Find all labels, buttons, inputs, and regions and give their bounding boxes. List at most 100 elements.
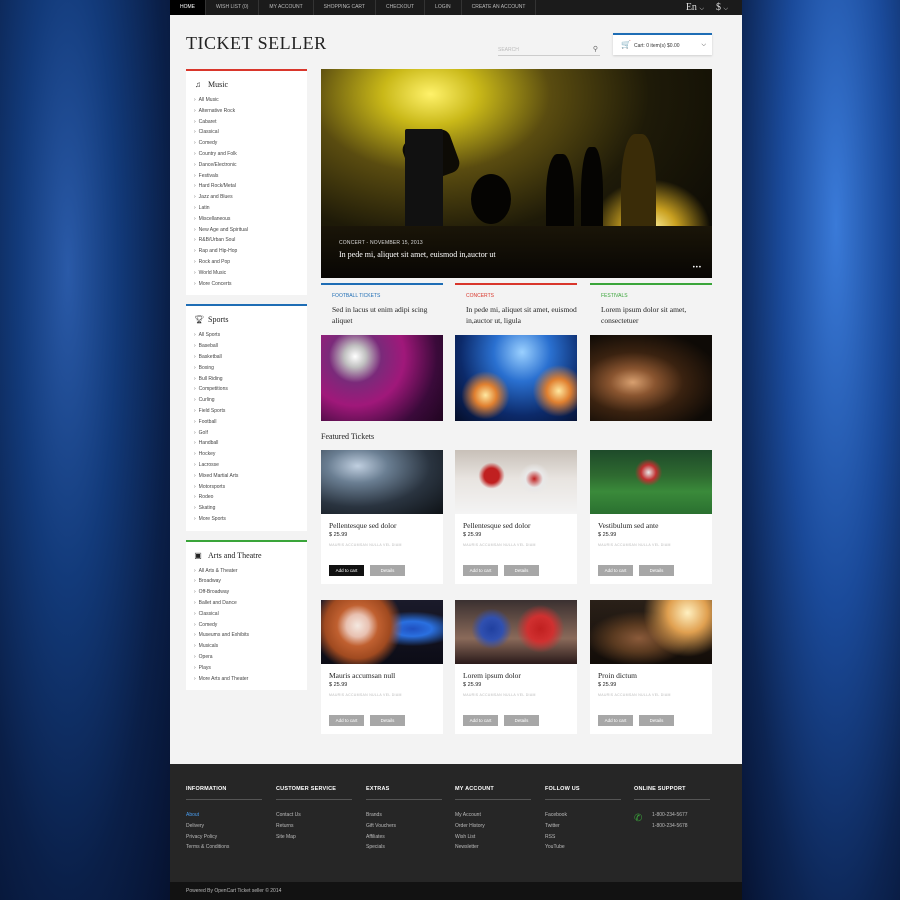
category-link[interactable]: Basketball xyxy=(194,352,307,363)
cart-button[interactable]: 🛒 Cart: 0 item(s) $0.00 ⌵ xyxy=(613,33,712,55)
nav-wishlist[interactable]: Wish List (0) xyxy=(206,0,260,15)
footer-link[interactable]: Newsletter xyxy=(455,842,531,853)
category-link[interactable]: R&B/Urban Soul xyxy=(194,235,307,246)
add-to-cart-button[interactable]: Add to cart xyxy=(463,565,498,576)
footer-link[interactable]: Brands xyxy=(366,810,442,821)
details-button[interactable]: Details xyxy=(504,715,539,726)
promo-image-crowd[interactable] xyxy=(455,335,577,421)
category-link[interactable]: All Sports xyxy=(194,330,307,341)
details-button[interactable]: Details xyxy=(639,565,674,576)
category-link[interactable]: All Arts & Theater xyxy=(194,566,307,577)
promo-football[interactable]: Football tickets Sed in lacus ut enim ad… xyxy=(321,283,443,421)
product-name[interactable]: Mauris accumsan null xyxy=(329,671,395,680)
category-link[interactable]: Mixed Martial Arts xyxy=(194,471,307,482)
product-name[interactable]: Pellentesque sed dolor xyxy=(329,521,397,530)
category-link[interactable]: Competitions xyxy=(194,384,307,395)
search-input[interactable]: SEARCH ⚲ xyxy=(498,44,600,56)
category-link[interactable]: Musicals xyxy=(194,641,307,652)
product-image[interactable] xyxy=(321,600,443,664)
product-name[interactable]: Pellentesque sed dolor xyxy=(463,521,531,530)
category-link[interactable]: Skating xyxy=(194,503,307,514)
category-link[interactable]: Alternative Rock xyxy=(194,106,307,117)
category-title-text[interactable]: Arts and Theatre xyxy=(208,551,262,560)
footer-link[interactable]: Wish List xyxy=(455,832,531,843)
footer-link[interactable]: Specials xyxy=(366,842,442,853)
footer-link[interactable]: My Account xyxy=(455,810,531,821)
add-to-cart-button[interactable]: Add to cart xyxy=(598,565,633,576)
category-link[interactable]: All Music xyxy=(194,95,307,106)
footer-link[interactable]: Facebook xyxy=(545,810,621,821)
category-link[interactable]: Football xyxy=(194,417,307,428)
nav-login[interactable]: Login xyxy=(425,0,462,15)
category-link[interactable]: World Music xyxy=(194,268,307,279)
category-link[interactable]: Lacrosse xyxy=(194,460,307,471)
details-button[interactable]: Details xyxy=(370,565,405,576)
footer-link[interactable]: Terms & Conditions xyxy=(186,842,262,853)
category-link[interactable]: Classical xyxy=(194,609,307,620)
footer-link[interactable]: Affiliates xyxy=(366,832,442,843)
footer-link[interactable]: Twitter xyxy=(545,821,621,832)
product-image[interactable] xyxy=(321,450,443,514)
category-link[interactable]: Bull Riding xyxy=(194,374,307,385)
category-link[interactable]: Handball xyxy=(194,438,307,449)
nav-shopping-cart[interactable]: Shopping Cart xyxy=(314,0,376,15)
details-button[interactable]: Details xyxy=(504,565,539,576)
category-link[interactable]: Rodeo xyxy=(194,492,307,503)
category-link[interactable]: Cabaret xyxy=(194,117,307,128)
slider-pagination[interactable]: ••• xyxy=(693,265,702,271)
nav-my-account[interactable]: My Account xyxy=(259,0,314,15)
add-to-cart-button[interactable]: Add to cart xyxy=(329,565,364,576)
product-name[interactable]: Proin dictum xyxy=(598,671,637,680)
search-icon[interactable]: ⚲ xyxy=(593,44,598,56)
product-image[interactable] xyxy=(455,450,577,514)
category-link[interactable]: Country and Folk xyxy=(194,149,307,160)
category-link[interactable]: Jazz and Blues xyxy=(194,192,307,203)
nav-checkout[interactable]: Checkout xyxy=(376,0,426,15)
footer-link[interactable]: Delivery xyxy=(186,821,262,832)
category-link[interactable]: Rap and Hip-Hop xyxy=(194,246,307,257)
add-to-cart-button[interactable]: Add to cart xyxy=(463,715,498,726)
add-to-cart-button[interactable]: Add to cart xyxy=(598,715,633,726)
category-link[interactable]: Hard Rock/Metal xyxy=(194,181,307,192)
category-link[interactable]: Dance/Electronic xyxy=(194,160,307,171)
details-button[interactable]: Details xyxy=(639,715,674,726)
category-link[interactable]: New Age and Spiritual xyxy=(194,225,307,236)
language-selector[interactable]: En ⌵ xyxy=(686,2,704,13)
footer-link[interactable]: YouTube xyxy=(545,842,621,853)
nav-home[interactable]: Home xyxy=(170,0,206,15)
category-link[interactable]: Off-Broadway xyxy=(194,587,307,598)
product-image[interactable] xyxy=(590,450,712,514)
category-link[interactable]: Ballet and Dance xyxy=(194,598,307,609)
category-link[interactable]: Field Sports xyxy=(194,406,307,417)
category-title-text[interactable]: Music xyxy=(208,80,228,89)
category-link[interactable]: Curling xyxy=(194,395,307,406)
category-link[interactable]: Classical xyxy=(194,127,307,138)
product-image[interactable] xyxy=(455,600,577,664)
category-link[interactable]: Opera xyxy=(194,652,307,663)
category-title-text[interactable]: Sports xyxy=(208,315,228,324)
category-link[interactable]: Latin xyxy=(194,203,307,214)
product-name[interactable]: Lorem ipsum dolor xyxy=(463,671,521,680)
category-link[interactable]: Rock and Pop xyxy=(194,257,307,268)
slider-caption[interactable]: In pede mi, aliquet sit amet, euismod in… xyxy=(339,250,496,259)
product-image[interactable] xyxy=(590,600,712,664)
category-link[interactable]: More Sports xyxy=(194,514,307,525)
category-link[interactable]: More Concerts xyxy=(194,279,307,290)
category-link[interactable]: Baseball xyxy=(194,341,307,352)
promo-image-microphone[interactable] xyxy=(321,335,443,421)
promo-image-guitar[interactable] xyxy=(590,335,712,421)
category-link[interactable]: Festivals xyxy=(194,171,307,182)
footer-link[interactable]: Privacy Policy xyxy=(186,832,262,843)
add-to-cart-button[interactable]: Add to cart xyxy=(329,715,364,726)
category-link[interactable]: Miscellaneous xyxy=(194,214,307,225)
category-link[interactable]: Comedy xyxy=(194,620,307,631)
promo-festivals[interactable]: Festivals Lorem ipsum dolor sit amet, co… xyxy=(590,283,712,421)
currency-selector[interactable]: $ ⌵ xyxy=(716,2,728,13)
category-link[interactable]: Plays xyxy=(194,663,307,674)
nav-create-account[interactable]: Create an Account xyxy=(462,0,537,15)
details-button[interactable]: Details xyxy=(370,715,405,726)
category-link[interactable]: Motorsports xyxy=(194,482,307,493)
category-link[interactable]: Comedy xyxy=(194,138,307,149)
hero-slider[interactable]: CONCERT - NOVEMBER 15, 2013 In pede mi, … xyxy=(321,69,712,278)
footer-link[interactable]: Site Map xyxy=(276,832,352,843)
